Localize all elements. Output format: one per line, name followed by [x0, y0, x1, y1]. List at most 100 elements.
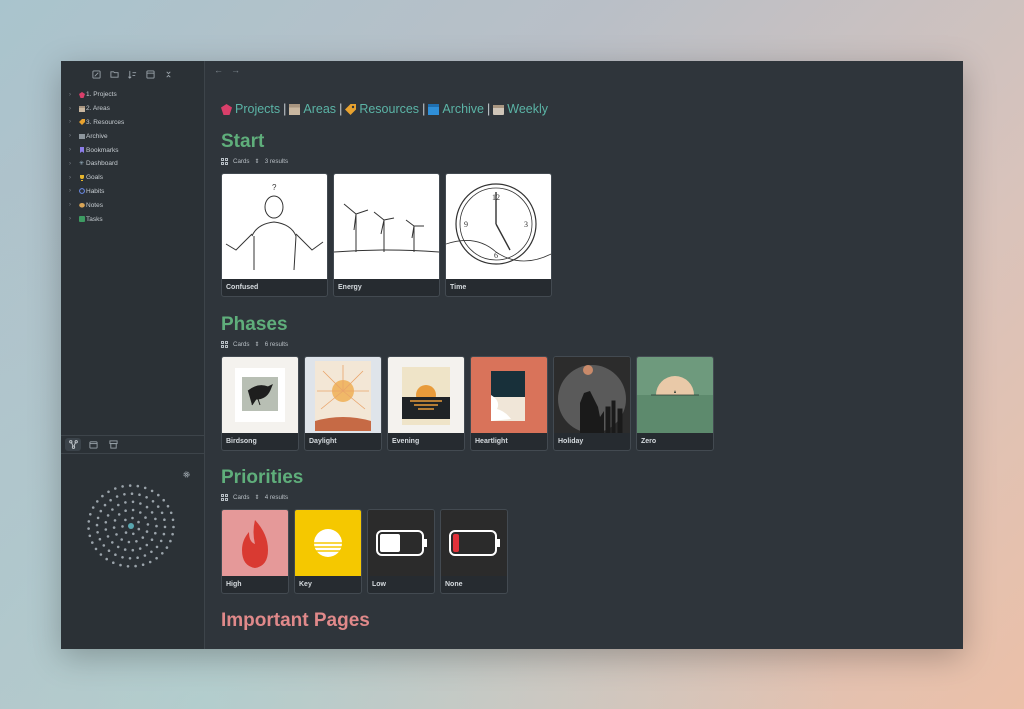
card-holiday[interactable]: Holiday: [553, 356, 631, 451]
card-time[interactable]: 12 3 6 9 Time: [445, 173, 552, 297]
graph-node[interactable]: [98, 537, 102, 541]
graph-node[interactable]: [114, 487, 117, 490]
graph-node[interactable]: [91, 541, 94, 544]
graph-node[interactable]: [143, 486, 147, 490]
graph-node[interactable]: [101, 494, 104, 498]
link-label[interactable]: Weekly: [507, 102, 548, 116]
graph-node[interactable]: [89, 513, 92, 516]
graph-node[interactable]: [121, 556, 124, 559]
card-key[interactable]: Key: [294, 509, 362, 594]
chevron-right-icon[interactable]: ›: [69, 133, 77, 139]
graph-settings-gear-icon[interactable]: [182, 466, 191, 484]
chevron-right-icon[interactable]: ›: [69, 147, 77, 153]
view-mode-select[interactable]: Cards: [233, 341, 250, 348]
chevron-right-icon[interactable]: ›: [69, 161, 77, 167]
graph-node[interactable]: [151, 500, 155, 503]
chevron-right-icon[interactable]: ›: [69, 92, 77, 98]
graph-node[interactable]: [111, 541, 114, 544]
graph-node[interactable]: [169, 511, 173, 515]
tree-item-dashboard[interactable]: › ✳ Dashboard: [61, 157, 204, 171]
graph-node[interactable]: [99, 553, 103, 556]
graph-node[interactable]: [131, 508, 135, 512]
chevron-right-icon[interactable]: ›: [69, 216, 77, 222]
updown-icon[interactable]: ⇕: [255, 494, 260, 501]
graph-node[interactable]: [95, 523, 99, 527]
graph-node[interactable]: [91, 506, 95, 509]
graph-node[interactable]: [159, 539, 163, 543]
graph-node[interactable]: [131, 516, 134, 520]
graph-node[interactable]: [102, 544, 106, 547]
graph-node[interactable]: [119, 563, 122, 567]
graph-node[interactable]: [145, 505, 149, 509]
link-archive[interactable]: Archive: [428, 102, 484, 116]
collapse-all-icon[interactable]: [164, 69, 174, 79]
graph-node[interactable]: [107, 549, 111, 552]
graph-node[interactable]: [136, 556, 139, 559]
graph-node[interactable]: [137, 527, 141, 531]
cards-view-icon[interactable]: [221, 493, 228, 501]
chevron-right-icon[interactable]: ›: [69, 119, 77, 125]
graph-node[interactable]: [94, 547, 98, 551]
graph-node[interactable]: [106, 514, 110, 517]
updown-icon[interactable]: ⇕: [255, 158, 260, 165]
graph-node[interactable]: [138, 547, 142, 550]
graph-node[interactable]: [104, 521, 108, 524]
card-energy[interactable]: Energy: [333, 173, 440, 297]
graph-node[interactable]: [107, 490, 110, 494]
graph-view[interactable]: [83, 480, 179, 576]
tree-item-notes[interactable]: › Notes: [61, 198, 204, 212]
graph-node[interactable]: [171, 532, 174, 536]
card-zero[interactable]: Zero: [636, 356, 714, 451]
graph-node[interactable]: [117, 503, 120, 507]
tree-item-tasks[interactable]: › Tasks: [61, 212, 204, 226]
graph-node[interactable]: [146, 523, 150, 526]
cards-view-icon[interactable]: [221, 157, 228, 165]
graph-node[interactable]: [157, 493, 160, 497]
graph-node[interactable]: [96, 531, 99, 534]
graph-node[interactable]: [160, 511, 164, 515]
graph-node[interactable]: [131, 548, 135, 552]
graph-node[interactable]: [128, 484, 132, 487]
card-confused[interactable]: ? Confused: [221, 173, 328, 297]
graph-node[interactable]: [106, 535, 110, 538]
graph-node[interactable]: [130, 492, 134, 495]
graph-node[interactable]: [128, 557, 132, 560]
link-projects[interactable]: Projects: [221, 102, 280, 116]
graph-node[interactable]: [116, 545, 120, 549]
graph-node[interactable]: [155, 545, 159, 549]
graph-node[interactable]: [163, 518, 166, 521]
graph-node[interactable]: [138, 493, 141, 496]
graph-node[interactable]: [139, 502, 142, 505]
graph-node[interactable]: [117, 513, 121, 516]
graph-node[interactable]: [134, 564, 137, 568]
new-folder-icon[interactable]: [110, 69, 120, 79]
card-birdsong[interactable]: Birdsong: [221, 356, 299, 451]
graph-node[interactable]: [150, 550, 153, 554]
graph-node[interactable]: [126, 565, 130, 568]
cards-view-icon[interactable]: [221, 340, 228, 348]
graph-node[interactable]: [171, 518, 175, 522]
tree-item-projects[interactable]: › 1. Projects: [61, 88, 204, 102]
graph-node[interactable]: [166, 504, 170, 508]
view-mode-select[interactable]: Cards: [233, 158, 250, 165]
graph-node[interactable]: [144, 516, 147, 519]
graph-node[interactable]: [96, 500, 99, 503]
graph-node[interactable]: [136, 484, 140, 488]
graph-node[interactable]: [112, 526, 116, 529]
graph-node[interactable]: [162, 532, 166, 536]
chevron-right-icon[interactable]: ›: [69, 175, 77, 181]
card-none[interactable]: None: [440, 509, 508, 594]
graph-node[interactable]: [172, 525, 175, 529]
graph-node[interactable]: [131, 500, 135, 504]
new-note-icon[interactable]: [92, 69, 102, 79]
graph-node-active[interactable]: [128, 523, 134, 529]
graph-node[interactable]: [88, 534, 92, 538]
graph-node[interactable]: [123, 493, 126, 496]
graph-node[interactable]: [163, 525, 167, 529]
calendar-tab[interactable]: [85, 438, 101, 451]
chevron-right-icon[interactable]: ›: [69, 188, 77, 194]
graph-node[interactable]: [162, 498, 165, 502]
graph-node[interactable]: [103, 503, 107, 507]
graph-node[interactable]: [96, 516, 100, 520]
collapse-panel-icon[interactable]: [146, 69, 156, 79]
